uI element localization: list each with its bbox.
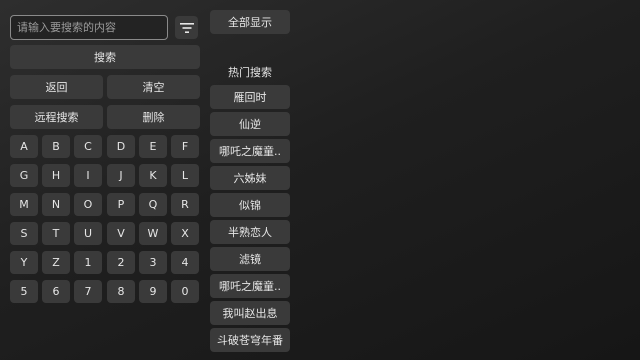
hot-search-item-label: 我叫赵出息 bbox=[222, 307, 278, 320]
clear-button[interactable]: 清空 bbox=[107, 75, 200, 99]
keyboard-key[interactable]: C bbox=[74, 135, 102, 158]
remote-search-button[interactable]: 远程搜索 bbox=[10, 105, 103, 129]
keyboard-key[interactable]: H bbox=[42, 164, 70, 187]
hot-search-item-label: 雁回时 bbox=[233, 91, 267, 104]
keyboard-key[interactable]: W bbox=[139, 222, 167, 245]
hot-search-item[interactable]: 哪吒之魔童.. bbox=[210, 274, 290, 298]
keyboard-key[interactable]: B bbox=[42, 135, 70, 158]
search-button[interactable]: 搜索 bbox=[10, 45, 200, 69]
hot-search-item[interactable]: 斗破苍穹年番 bbox=[210, 328, 290, 352]
keyboard-key[interactable]: 7 bbox=[74, 280, 102, 303]
hot-search-item[interactable]: 六姊妹 bbox=[210, 166, 290, 190]
hot-search-item-label: 半熟恋人 bbox=[228, 226, 272, 239]
keyboard-key[interactable]: V bbox=[107, 222, 135, 245]
keyboard-key[interactable]: 6 bbox=[42, 280, 70, 303]
keyboard-key[interactable]: 4 bbox=[171, 251, 199, 274]
keyboard-key[interactable]: R bbox=[171, 193, 199, 216]
keyboard-key[interactable]: Z bbox=[42, 251, 70, 274]
hot-search-item-label: 六姊妹 bbox=[233, 172, 267, 185]
keyboard-key[interactable]: L bbox=[171, 164, 199, 187]
hot-search-item[interactable]: 滤镜 bbox=[210, 247, 290, 271]
keyboard-key[interactable]: J bbox=[107, 164, 135, 187]
keyboard-key[interactable]: 5 bbox=[10, 280, 38, 303]
show-all-button[interactable]: 全部显示 bbox=[210, 10, 290, 34]
keyboard-key[interactable]: K bbox=[139, 164, 167, 187]
hot-search-item[interactable]: 半熟恋人 bbox=[210, 220, 290, 244]
keyboard-key[interactable]: Y bbox=[10, 251, 38, 274]
keyboard-key[interactable]: 8 bbox=[107, 280, 135, 303]
keyboard-key[interactable]: I bbox=[74, 164, 102, 187]
delete-button[interactable]: 删除 bbox=[107, 105, 200, 129]
filter-icon bbox=[179, 22, 194, 33]
hot-search-item-label: 滤镜 bbox=[239, 253, 261, 266]
keyboard-key[interactable]: 0 bbox=[171, 280, 199, 303]
keyboard-key[interactable]: N bbox=[42, 193, 70, 216]
back-button[interactable]: 返回 bbox=[10, 75, 103, 99]
keyboard-key[interactable]: 1 bbox=[74, 251, 102, 274]
keyboard-key[interactable]: F bbox=[171, 135, 199, 158]
hot-search-item-label: 似锦 bbox=[239, 199, 261, 212]
hot-search-item[interactable]: 哪吒之魔童.. bbox=[210, 139, 290, 163]
search-input-container[interactable] bbox=[10, 15, 168, 40]
hot-search-title: 热门搜索 bbox=[228, 66, 272, 79]
filter-button[interactable] bbox=[175, 16, 198, 39]
hot-search-item-label: 哪吒之魔童.. bbox=[219, 280, 281, 293]
keyboard-key[interactable]: 3 bbox=[139, 251, 167, 274]
search-input[interactable] bbox=[11, 16, 167, 39]
keyboard-key[interactable]: G bbox=[10, 164, 38, 187]
keyboard-key[interactable]: P bbox=[107, 193, 135, 216]
hot-search-item[interactable]: 我叫赵出息 bbox=[210, 301, 290, 325]
keyboard-key[interactable]: D bbox=[107, 135, 135, 158]
hot-search-item-label: 哪吒之魔童.. bbox=[219, 145, 281, 158]
hot-search-item[interactable]: 雁回时 bbox=[210, 85, 290, 109]
hot-search-item-label: 仙逆 bbox=[239, 118, 261, 131]
keyboard-key[interactable]: U bbox=[74, 222, 102, 245]
keyboard-key[interactable]: 9 bbox=[139, 280, 167, 303]
keyboard-key[interactable]: X bbox=[171, 222, 199, 245]
keyboard-key[interactable]: E bbox=[139, 135, 167, 158]
keyboard-key[interactable]: O bbox=[74, 193, 102, 216]
keyboard-key[interactable]: S bbox=[10, 222, 38, 245]
keyboard-key[interactable]: A bbox=[10, 135, 38, 158]
keyboard-key[interactable]: M bbox=[10, 193, 38, 216]
hot-search-item[interactable]: 仙逆 bbox=[210, 112, 290, 136]
hot-search-item[interactable]: 似锦 bbox=[210, 193, 290, 217]
keyboard-key[interactable]: 2 bbox=[107, 251, 135, 274]
keyboard-key[interactable]: T bbox=[42, 222, 70, 245]
hot-search-item-label: 斗破苍穹年番 bbox=[217, 334, 283, 347]
keyboard-key[interactable]: Q bbox=[139, 193, 167, 216]
